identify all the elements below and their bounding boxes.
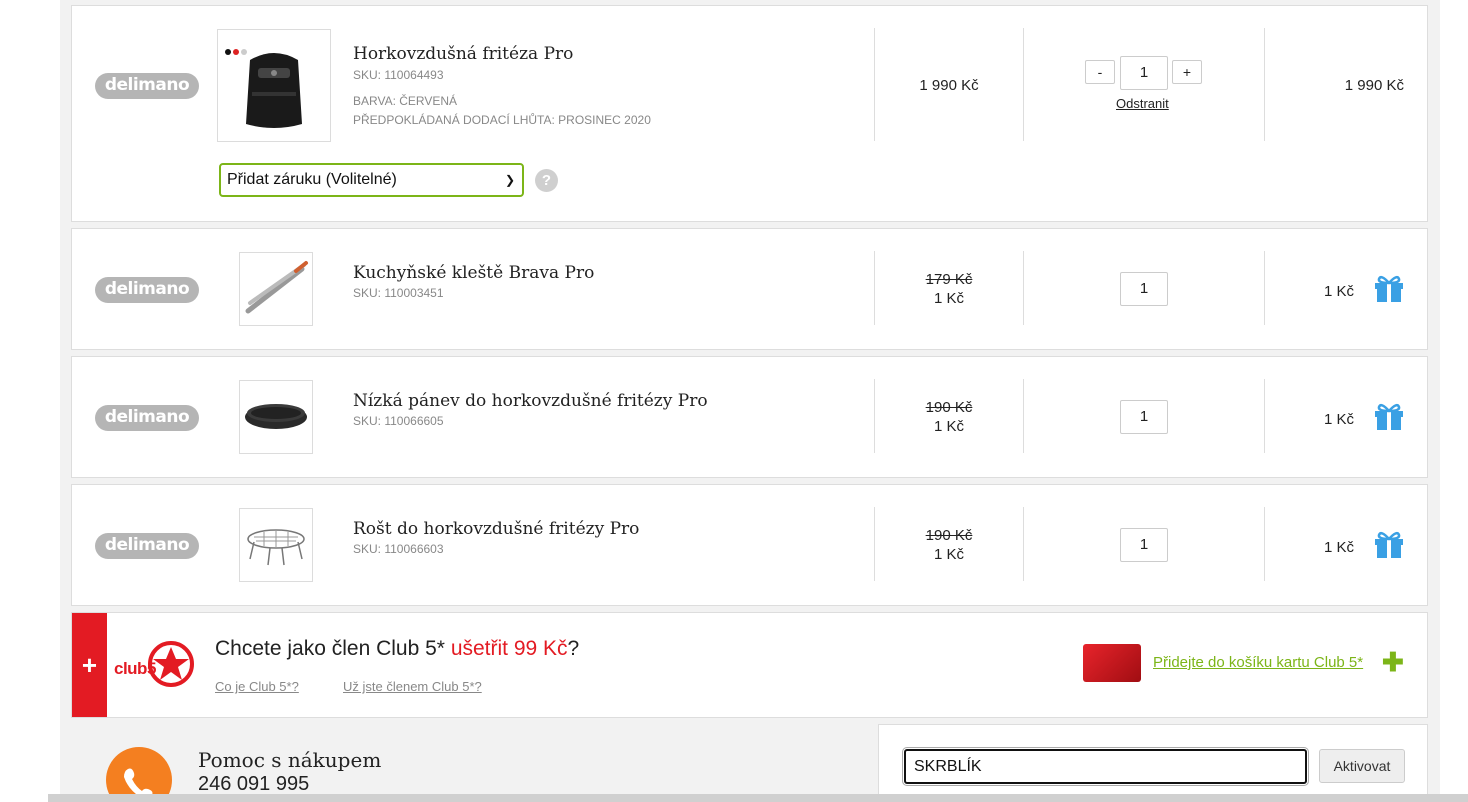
original-price: 190 Kč bbox=[925, 527, 973, 544]
brand-logo: delimano bbox=[95, 73, 199, 99]
club5-card-image bbox=[1083, 644, 1141, 682]
product-sku: SKU: 110064493 bbox=[353, 68, 444, 82]
brand-logo: delimano bbox=[95, 533, 199, 559]
star-icon bbox=[148, 641, 194, 687]
unit-price: 1 Kč bbox=[933, 290, 964, 307]
product-sku: SKU: 110066605 bbox=[353, 414, 444, 428]
product-name[interactable]: Horkovzdušná fritéza Pro bbox=[353, 44, 573, 64]
help-phone[interactable]: 246 091 995 bbox=[198, 773, 309, 796]
club5-info-link[interactable]: Co je Club 5*? bbox=[215, 679, 299, 694]
divider bbox=[1023, 379, 1024, 453]
quantity-field: 1 bbox=[1120, 528, 1168, 562]
cart-item: delimano Kuchyňské kleště Brava Pro SKU:… bbox=[71, 228, 1428, 350]
quantity-input[interactable]: 1 bbox=[1120, 56, 1168, 90]
horizontal-scrollbar[interactable] bbox=[48, 794, 1468, 802]
pan-icon bbox=[245, 404, 307, 429]
quantity-field: 1 bbox=[1120, 272, 1168, 306]
add-club5-card-link[interactable]: Přidejte do košíku kartu Club 5* bbox=[1153, 654, 1363, 671]
product-image[interactable] bbox=[239, 252, 313, 326]
rack-icon bbox=[247, 529, 305, 566]
club5-logo: club5 bbox=[114, 641, 194, 687]
cart-page: delimano Horkovzdušná fritéza Pro SKU: 1… bbox=[0, 0, 1468, 802]
divider bbox=[1264, 507, 1265, 581]
club5-title-end: ? bbox=[567, 637, 580, 660]
unit-price: 1 Kč bbox=[933, 546, 964, 563]
unit-price: 1 Kč bbox=[933, 418, 964, 435]
product-image[interactable] bbox=[217, 29, 331, 142]
brand-logo: delimano bbox=[95, 277, 199, 303]
product-sku: SKU: 110066603 bbox=[353, 542, 444, 556]
add-plus-icon[interactable]: ✚ bbox=[1382, 649, 1404, 675]
help-title: Pomoc s nákupem bbox=[198, 748, 382, 772]
line-total: 1 Kč bbox=[1323, 283, 1354, 300]
delivery-time: PŘEDPOKLÁDANÁ DODACÍ LHŮTA: PROSINEC 202… bbox=[353, 113, 651, 127]
original-price: 179 Kč bbox=[925, 271, 973, 288]
chevron-down-icon: ❯ bbox=[504, 173, 515, 187]
gift-icon bbox=[1375, 531, 1403, 558]
divider bbox=[874, 379, 875, 453]
remove-item-link[interactable]: Odstranit bbox=[1116, 96, 1169, 111]
divider bbox=[1264, 379, 1265, 453]
product-name[interactable]: Kuchyňské kleště Brava Pro bbox=[353, 263, 594, 283]
product-name[interactable]: Rošt do horkovzdušné fritézy Pro bbox=[353, 519, 639, 539]
decrease-qty-button[interactable]: - bbox=[1085, 60, 1115, 84]
club5-title-text: Chcete jako člen Club 5* bbox=[215, 637, 445, 660]
club5-title: Chcete jako člen Club 5* ušetřit 99 Kč? bbox=[215, 637, 579, 661]
voucher-input[interactable]: SKRBLÍK bbox=[902, 747, 1309, 786]
cart-item: delimano Horkovzdušná fritéza Pro SKU: 1… bbox=[71, 5, 1428, 222]
line-total: 1 Kč bbox=[1323, 539, 1354, 556]
help-icon[interactable]: ? bbox=[535, 169, 558, 192]
air-fryer-icon bbox=[225, 49, 302, 128]
divider bbox=[1023, 28, 1024, 141]
brand-logo: delimano bbox=[95, 405, 199, 431]
warranty-select[interactable]: Přidat záruku (Volitelné) ❯ bbox=[219, 163, 524, 197]
divider bbox=[1023, 251, 1024, 325]
gift-icon bbox=[1375, 275, 1403, 302]
divider bbox=[1023, 507, 1024, 581]
voucher-box: SKRBLÍK Aktivovat bbox=[878, 724, 1428, 802]
line-total: 1 Kč bbox=[1323, 411, 1354, 428]
divider bbox=[1264, 28, 1265, 141]
quantity-field: 1 bbox=[1120, 400, 1168, 434]
original-price: 190 Kč bbox=[925, 399, 973, 416]
club5-savings: ušetřit 99 Kč bbox=[450, 637, 568, 660]
activate-voucher-button[interactable]: Aktivovat bbox=[1319, 749, 1405, 783]
divider bbox=[874, 251, 875, 325]
club5-member-link[interactable]: Už jste členem Club 5*? bbox=[343, 679, 482, 694]
product-name[interactable]: Nízká pánev do horkovzdušné fritézy Pro bbox=[353, 391, 708, 411]
divider bbox=[1264, 251, 1265, 325]
plus-icon: + bbox=[72, 613, 107, 717]
cart-item: delimano Nízká pánev do horkovzdušné fri… bbox=[71, 356, 1428, 478]
warranty-select-value: Přidat záruku (Volitelné) bbox=[227, 171, 397, 188]
increase-qty-button[interactable]: + bbox=[1172, 60, 1202, 84]
gift-icon bbox=[1375, 403, 1403, 430]
unit-price: 1 990 Kč bbox=[919, 77, 979, 94]
product-color: BARVA: ČERVENÁ bbox=[353, 94, 458, 108]
divider bbox=[874, 507, 875, 581]
line-total: 1 990 Kč bbox=[1344, 77, 1404, 94]
product-image[interactable] bbox=[239, 380, 313, 454]
product-sku: SKU: 110003451 bbox=[353, 286, 444, 300]
cart-item: delimano Rošt do horkovzdušné fritézy Pr… bbox=[71, 484, 1428, 606]
product-image[interactable] bbox=[239, 508, 313, 582]
tongs-icon bbox=[245, 261, 308, 314]
club5-banner: + club5 Chcete jako člen Club 5* ušetřit… bbox=[71, 612, 1428, 718]
